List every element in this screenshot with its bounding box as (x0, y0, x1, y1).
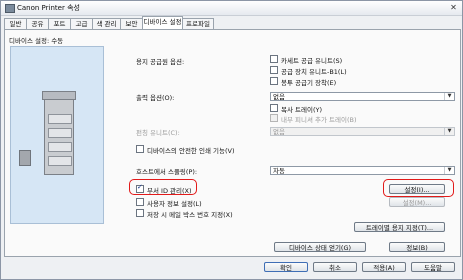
envelope-feeder-checkbox[interactable] (270, 77, 278, 85)
feeder-unit-checkbox[interactable] (270, 66, 278, 74)
chevron-down-icon: ▼ (444, 93, 454, 100)
get-device-status-button[interactable]: 디바이스 상태 얻기(G) (274, 242, 366, 252)
tab-profile[interactable]: 프로파일 (182, 18, 214, 29)
punch-unit-select[interactable]: 없음 ▼ (270, 127, 455, 136)
feeder-unit-label: 공급 장치 유니트-B1(L) (281, 68, 347, 76)
inner-finisher-tray-label: 내부 피니셔 추가 트레이(B) (281, 116, 357, 124)
window-title: Canon Printer 속성 (17, 4, 80, 12)
user-info-checkbox[interactable] (136, 198, 144, 206)
close-icon[interactable]: ✕ (449, 3, 458, 12)
tab-advanced[interactable]: 고급 (70, 18, 93, 29)
tab-device-settings[interactable]: 디바이스 설정 (142, 16, 183, 29)
user-info-settings-button[interactable]: 설정(M)... (389, 197, 445, 207)
info-button[interactable]: 정보(B) (389, 242, 445, 252)
tab-ports[interactable]: 포트 (48, 18, 71, 29)
save-mailbox-label: 저장 시 메일 박스 번호 지정(X) (147, 211, 233, 219)
device-settings-panel: 디바이스 설정: 수동 용지 공급원 옵션: 카세트 공급 유니트(S) 공급 … (4, 29, 461, 257)
paper-source-label: 용지 공급원 옵션: (136, 58, 185, 66)
user-info-label: 사용자 정보 설정(L) (147, 200, 202, 208)
spooling-select[interactable]: 자동 ▼ (270, 166, 455, 175)
tab-sharing[interactable]: 공유 (26, 18, 49, 29)
apply-button[interactable]: 적용(A) (362, 262, 406, 272)
highlight-settings-button (383, 179, 454, 197)
tab-color-management[interactable]: 색 관리 (92, 18, 121, 29)
save-mailbox-checkbox[interactable] (136, 209, 144, 217)
cassette-feed-checkbox[interactable] (270, 55, 278, 63)
tab-general[interactable]: 일반 (4, 18, 27, 29)
title-bar: Canon Printer 속성 ✕ (1, 1, 462, 16)
copy-tray-checkbox[interactable] (270, 104, 278, 112)
panel-heading: 디바이스 설정: 수동 (9, 37, 64, 45)
secure-print-checkbox[interactable] (136, 145, 144, 153)
finisher-image (19, 150, 31, 166)
printer-icon (5, 4, 15, 13)
cancel-button[interactable]: 취소 (313, 262, 357, 272)
output-options-select[interactable]: 없음 ▼ (270, 92, 455, 101)
chevron-down-icon: ▼ (444, 128, 454, 135)
spooling-label: 호스트에서 스풀링(P): (136, 168, 198, 176)
chevron-down-icon: ▼ (444, 167, 454, 174)
ok-button[interactable]: 확인 (264, 262, 308, 272)
printer-properties-window: Canon Printer 속성 ✕ 일반 공유 포트 고급 색 관리 보안 디… (0, 0, 463, 280)
secure-print-label: 디바이스의 안전한 인쇄 기능(V) (147, 147, 235, 155)
cassette-feed-label: 카세트 공급 유니트(S) (281, 57, 343, 65)
punch-unit-label: 펀칭 유니트(C): (136, 129, 180, 137)
inner-finisher-tray-checkbox[interactable] (270, 114, 278, 122)
tray-paper-button[interactable]: 트레이별 용지 지정(T)... (354, 222, 445, 232)
help-button[interactable]: 도움말 (411, 262, 455, 272)
device-preview (10, 46, 104, 224)
envelope-feeder-label: 봉투 공급기 장착(E) (281, 79, 337, 87)
copy-tray-label: 복사 트레이(Y) (281, 106, 323, 114)
copier-image (42, 91, 76, 175)
tab-security[interactable]: 보안 (120, 18, 143, 29)
highlight-department-id (129, 179, 197, 195)
output-options-label: 출력 옵션(O): (136, 94, 175, 102)
